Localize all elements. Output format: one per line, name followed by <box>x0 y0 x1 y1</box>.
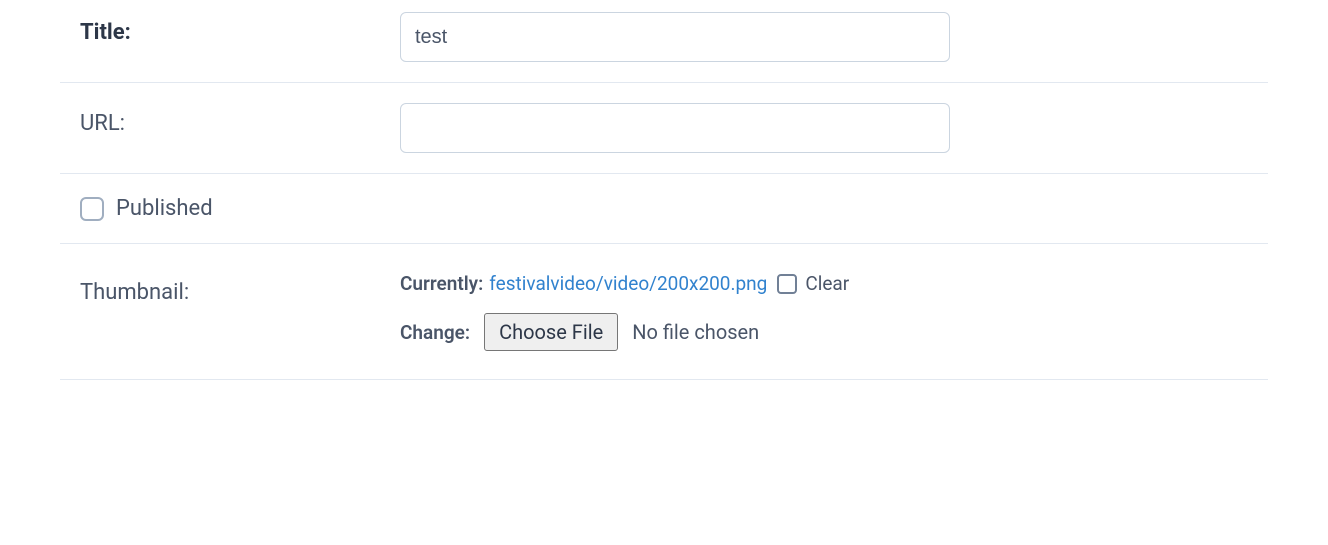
title-label: Title: <box>60 12 400 45</box>
title-row: Title: <box>60 0 1268 83</box>
url-row: URL: <box>60 83 1268 174</box>
title-input-col <box>400 12 1268 62</box>
thumbnail-content: Currently: festivalvideo/video/200x200.p… <box>400 272 1268 351</box>
form-container: Title: URL: Published Thumbnail: Current… <box>0 0 1328 380</box>
clear-checkbox[interactable] <box>777 274 797 294</box>
thumbnail-label: Thumbnail: <box>60 272 400 305</box>
change-label: Change: <box>400 321 470 344</box>
thumbnail-row: Thumbnail: Currently: festivalvideo/vide… <box>60 244 1268 380</box>
currently-line: Currently: festivalvideo/video/200x200.p… <box>400 272 1268 295</box>
change-line: Change: Choose File No file chosen <box>400 313 1268 351</box>
url-input-col <box>400 103 1268 153</box>
currently-label: Currently: <box>400 272 483 295</box>
choose-file-button[interactable]: Choose File <box>484 313 618 351</box>
title-input[interactable] <box>400 12 950 62</box>
no-file-text: No file chosen <box>632 320 759 344</box>
url-label: URL: <box>60 103 400 136</box>
current-file-link[interactable]: festivalvideo/video/200x200.png <box>489 272 767 295</box>
clear-label: Clear <box>805 272 849 295</box>
published-label: Published <box>116 196 213 221</box>
url-input[interactable] <box>400 103 950 153</box>
published-checkbox[interactable] <box>80 197 104 221</box>
published-row: Published <box>60 174 1268 244</box>
